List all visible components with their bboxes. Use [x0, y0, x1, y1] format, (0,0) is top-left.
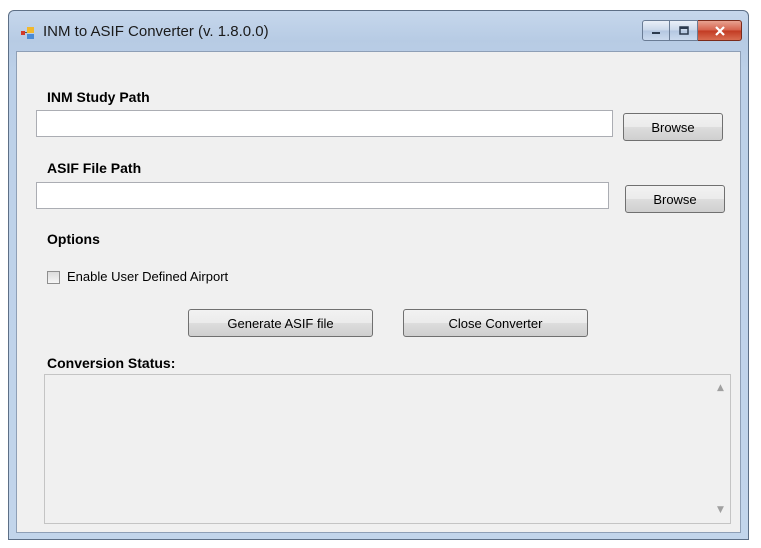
scroll-down-icon[interactable]: ▼	[717, 505, 724, 515]
generate-asif-button[interactable]: Generate ASIF file	[188, 309, 373, 337]
asif-browse-button[interactable]: Browse	[625, 185, 725, 213]
app-icon	[21, 27, 34, 39]
minimize-icon	[652, 31, 660, 34]
status-scrollbar[interactable]: ▲ ▼	[713, 375, 730, 523]
close-icon	[714, 25, 725, 36]
maximize-icon	[678, 26, 689, 35]
inm-study-path-input[interactable]	[36, 110, 613, 137]
enable-user-defined-airport-checkbox[interactable]	[47, 271, 60, 284]
close-window-button[interactable]	[698, 20, 742, 41]
conversion-status-label: Conversion Status:	[47, 355, 176, 371]
conversion-status-textarea[interactable]: ▲ ▼	[44, 374, 731, 524]
window-title: INM to ASIF Converter (v. 1.8.0.0)	[43, 23, 269, 40]
minimize-button[interactable]	[642, 20, 670, 41]
maximize-button[interactable]	[670, 20, 698, 41]
options-label: Options	[47, 231, 100, 247]
title-bar[interactable]: INM to ASIF Converter (v. 1.8.0.0)	[9, 11, 748, 51]
app-window: INM to ASIF Converter (v. 1.8.0.0) INM S…	[8, 10, 749, 540]
close-converter-button[interactable]: Close Converter	[403, 309, 588, 337]
asif-file-path-input[interactable]	[36, 182, 609, 209]
client-area: INM Study Path Browse ASIF File Path Bro…	[16, 51, 741, 533]
scroll-up-icon[interactable]: ▲	[717, 383, 724, 393]
inm-browse-button[interactable]: Browse	[623, 113, 723, 141]
inm-study-path-label: INM Study Path	[47, 89, 150, 105]
asif-file-path-label: ASIF File Path	[47, 160, 142, 176]
window-controls	[642, 20, 742, 41]
enable-user-defined-airport-label[interactable]: Enable User Defined Airport	[67, 269, 228, 284]
